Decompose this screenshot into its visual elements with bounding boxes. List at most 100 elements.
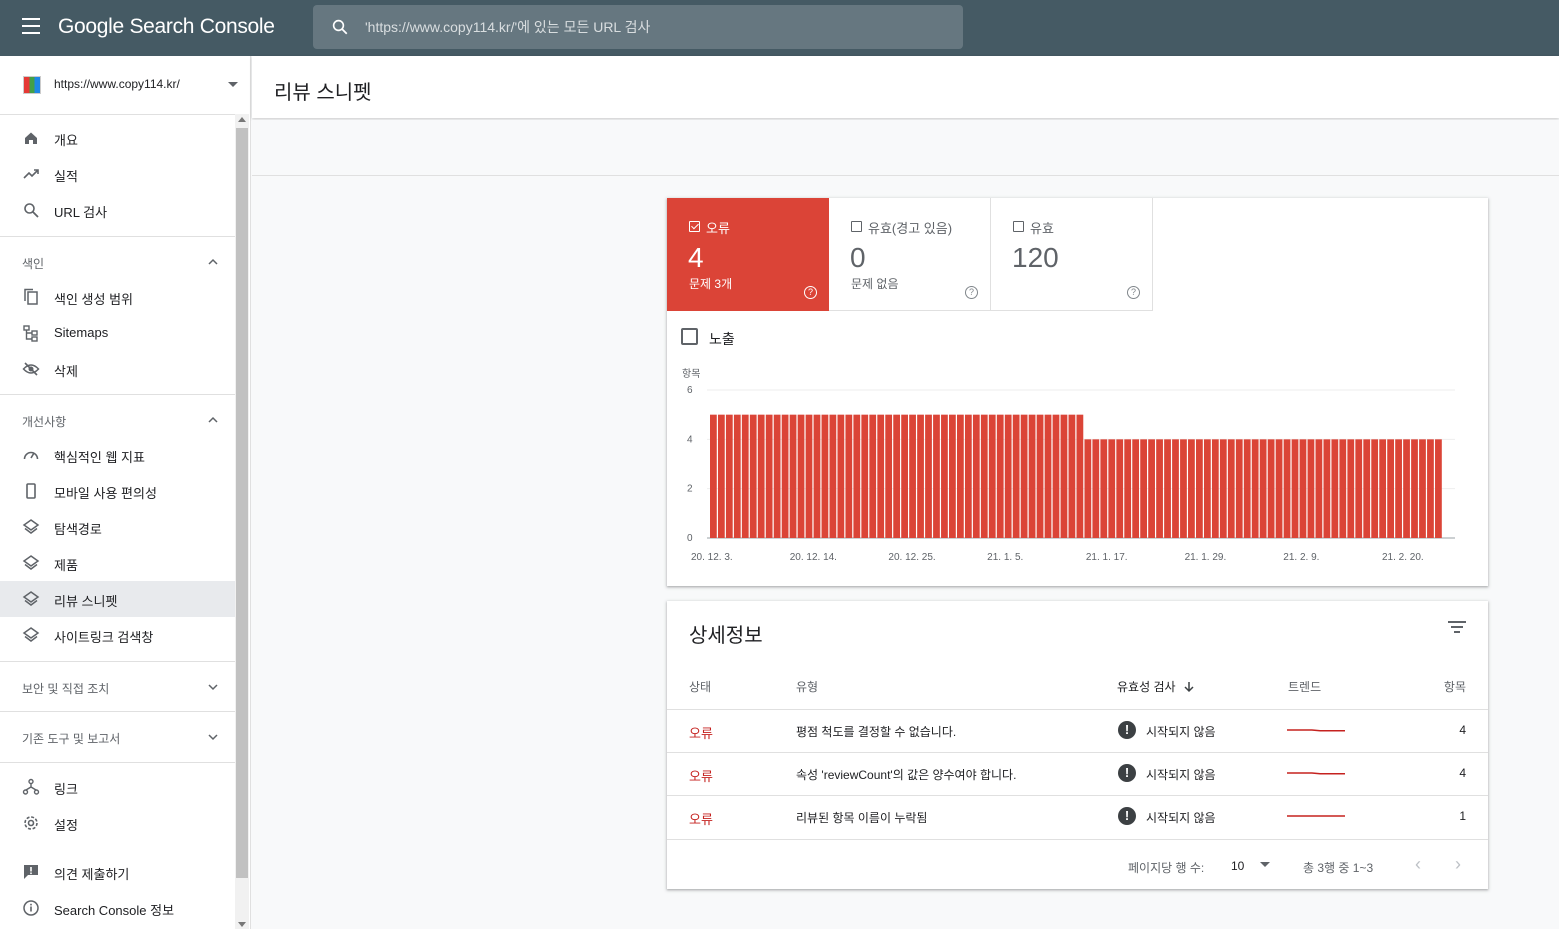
divider	[0, 394, 235, 395]
metric-error-value: 4	[688, 242, 704, 273]
layers-icon	[22, 627, 40, 642]
row-type: 리뷰된 항목 이름이 누락됨	[796, 811, 928, 825]
chart-bar	[1419, 439, 1426, 538]
sidebar: https://www.copy114.kr/ 개요 실적 URL 검사 색인 색인…	[0, 56, 251, 929]
chart-bar	[1068, 414, 1076, 538]
sidebar-item-bottom-1[interactable]: 설정	[0, 805, 235, 841]
metric-warning-label: 유효(경고 있음)	[868, 221, 953, 236]
chart-bar	[1435, 439, 1442, 538]
file-copy-icon	[24, 288, 38, 305]
chart-bar	[1164, 439, 1171, 538]
scrollbar-thumb[interactable]	[236, 128, 248, 878]
sidebar-scrollbar[interactable]	[235, 114, 249, 929]
chart-x-tick-label: 20. 12. 14.	[790, 552, 837, 563]
sidebar-item-enh-4[interactable]: 리뷰 스니펫	[0, 581, 235, 617]
table-row[interactable]: 오류 리뷰된 항목 이름이 누락됨! 시작되지 않음 1	[667, 795, 1488, 838]
sidebar-item-label: 삭제	[54, 364, 78, 379]
section-enhancements[interactable]: 개선사항	[0, 405, 235, 435]
url-inspect-search[interactable]	[313, 5, 963, 49]
search-input[interactable]	[365, 15, 945, 39]
chart-bar	[1020, 414, 1028, 538]
scroll-up-icon[interactable]	[238, 117, 246, 122]
page-title: 리뷰 스니펫	[274, 82, 372, 104]
metric-error[interactable]: 오류 4 문제 3개 ?	[667, 198, 829, 311]
chevron-left-icon[interactable]: ‹	[1415, 854, 1421, 875]
chart-bar	[1427, 439, 1434, 538]
chart-bar	[1180, 439, 1187, 538]
alert-icon: !	[1118, 721, 1136, 739]
chart-bar	[797, 414, 805, 538]
chart-y-axis-label: 항목	[682, 368, 700, 380]
search-icon	[332, 19, 348, 35]
filter-icon[interactable]	[1448, 621, 1466, 635]
menu-icon[interactable]	[22, 18, 42, 36]
section-index[interactable]: 색인	[0, 247, 235, 277]
eye-off-icon	[22, 362, 40, 376]
chart-bar	[725, 414, 733, 538]
search-icon	[24, 203, 39, 218]
sidebar-item-label: 링크	[54, 782, 78, 797]
col-header-validation[interactable]: 유효성 검사	[1117, 678, 1195, 695]
sidebar-item-footer-1[interactable]: Search Console 정보	[0, 890, 235, 926]
dropdown-icon[interactable]	[1260, 862, 1270, 867]
col-header-status[interactable]: 상태	[689, 678, 711, 695]
col-header-count[interactable]: 항목	[1444, 678, 1466, 695]
chart-bar	[781, 414, 789, 538]
divider	[0, 236, 235, 237]
help-icon[interactable]: ?	[1127, 286, 1140, 299]
sidebar-item-enh-1[interactable]: 모바일 사용 편의성	[0, 473, 235, 509]
layers-icon	[22, 555, 40, 570]
col-header-type[interactable]: 유형	[796, 678, 818, 695]
sidebar-item-footer-0[interactable]: 의견 제출하기	[0, 854, 235, 890]
sidebar-item-enh-5[interactable]: 사이트링크 검색창	[0, 617, 235, 653]
chart-bar	[1092, 439, 1100, 538]
chart-x-tick-label: 21. 1. 5.	[987, 552, 1023, 563]
table-row[interactable]: 오류 속성 'reviewCount'의 값은 양수여야 합니다.! 시작되지 않음…	[667, 752, 1488, 795]
section-security[interactable]: 보안 및 직접 조치	[0, 672, 235, 702]
sidebar-item-enh-0[interactable]: 핵심적인 웹 지표	[0, 437, 235, 473]
sidebar-item-enh-3[interactable]: 제품	[0, 545, 235, 581]
section-legacy[interactable]: 기존 도구 및 보고서	[0, 722, 235, 752]
sidebar-item-label: 사이트링크 검색창	[54, 630, 154, 645]
chart-bar	[741, 414, 749, 538]
table-row[interactable]: 오류 평점 척도를 결정할 수 없습니다.! 시작되지 않음 4	[667, 709, 1488, 752]
help-icon[interactable]: ?	[965, 286, 978, 299]
alert-icon: !	[1118, 807, 1136, 825]
metric-valid[interactable]: 유효 120 ?	[991, 198, 1153, 311]
row-count: 4	[1459, 766, 1466, 780]
sidebar-item-index-2[interactable]: 삭제	[0, 351, 235, 387]
row-validation: 시작되지 않음	[1146, 768, 1216, 782]
rows-per-page-select[interactable]: 10	[1231, 859, 1244, 873]
sidebar-item-index-0[interactable]: 색인 생성 범위	[0, 279, 235, 315]
row-count: 1	[1459, 809, 1466, 823]
chart-bar	[1156, 439, 1163, 538]
chart-bar	[869, 414, 877, 538]
chart-x-tick-label: 21. 1. 17.	[1086, 552, 1128, 563]
chart-bar	[1148, 439, 1155, 538]
property-selector[interactable]: https://www.copy114.kr/	[10, 66, 242, 104]
trend-sparkline	[1287, 729, 1345, 732]
scroll-down-icon[interactable]	[238, 922, 246, 927]
help-icon[interactable]: ?	[804, 286, 817, 299]
app-logo[interactable]: Google Search Console	[58, 15, 275, 39]
sidebar-item-top-2[interactable]: URL 검사	[0, 192, 235, 228]
checkbox-icon[interactable]	[681, 328, 698, 345]
chart-bar	[909, 414, 916, 538]
sidebar-item-index-1[interactable]: Sitemaps	[0, 315, 235, 351]
sidebar-item-label: 핵심적인 웹 지표	[54, 450, 145, 465]
sidebar-item-enh-2[interactable]: 탐색경로	[0, 509, 235, 545]
chart-bar	[1315, 439, 1323, 538]
chart-x-tick-label: 20. 12. 25.	[888, 552, 935, 563]
sidebar-item-bottom-0[interactable]: 링크	[0, 769, 235, 805]
metric-warning[interactable]: 유효(경고 있음) 0 문제 없음 ?	[829, 198, 991, 311]
chart-bar	[1283, 439, 1291, 538]
chart-bar	[901, 414, 908, 538]
sidebar-item-top-1[interactable]: 실적	[0, 156, 235, 192]
section-security-label: 보안 및 직접 조치	[22, 682, 110, 696]
col-header-trend[interactable]: 트렌드	[1288, 678, 1321, 695]
chart-bar	[925, 414, 932, 538]
chevron-right-icon[interactable]: ›	[1455, 854, 1461, 875]
sidebar-item-top-0[interactable]: 개요	[0, 120, 235, 156]
checkbox-icon	[1013, 221, 1024, 232]
row-count: 4	[1459, 723, 1466, 737]
